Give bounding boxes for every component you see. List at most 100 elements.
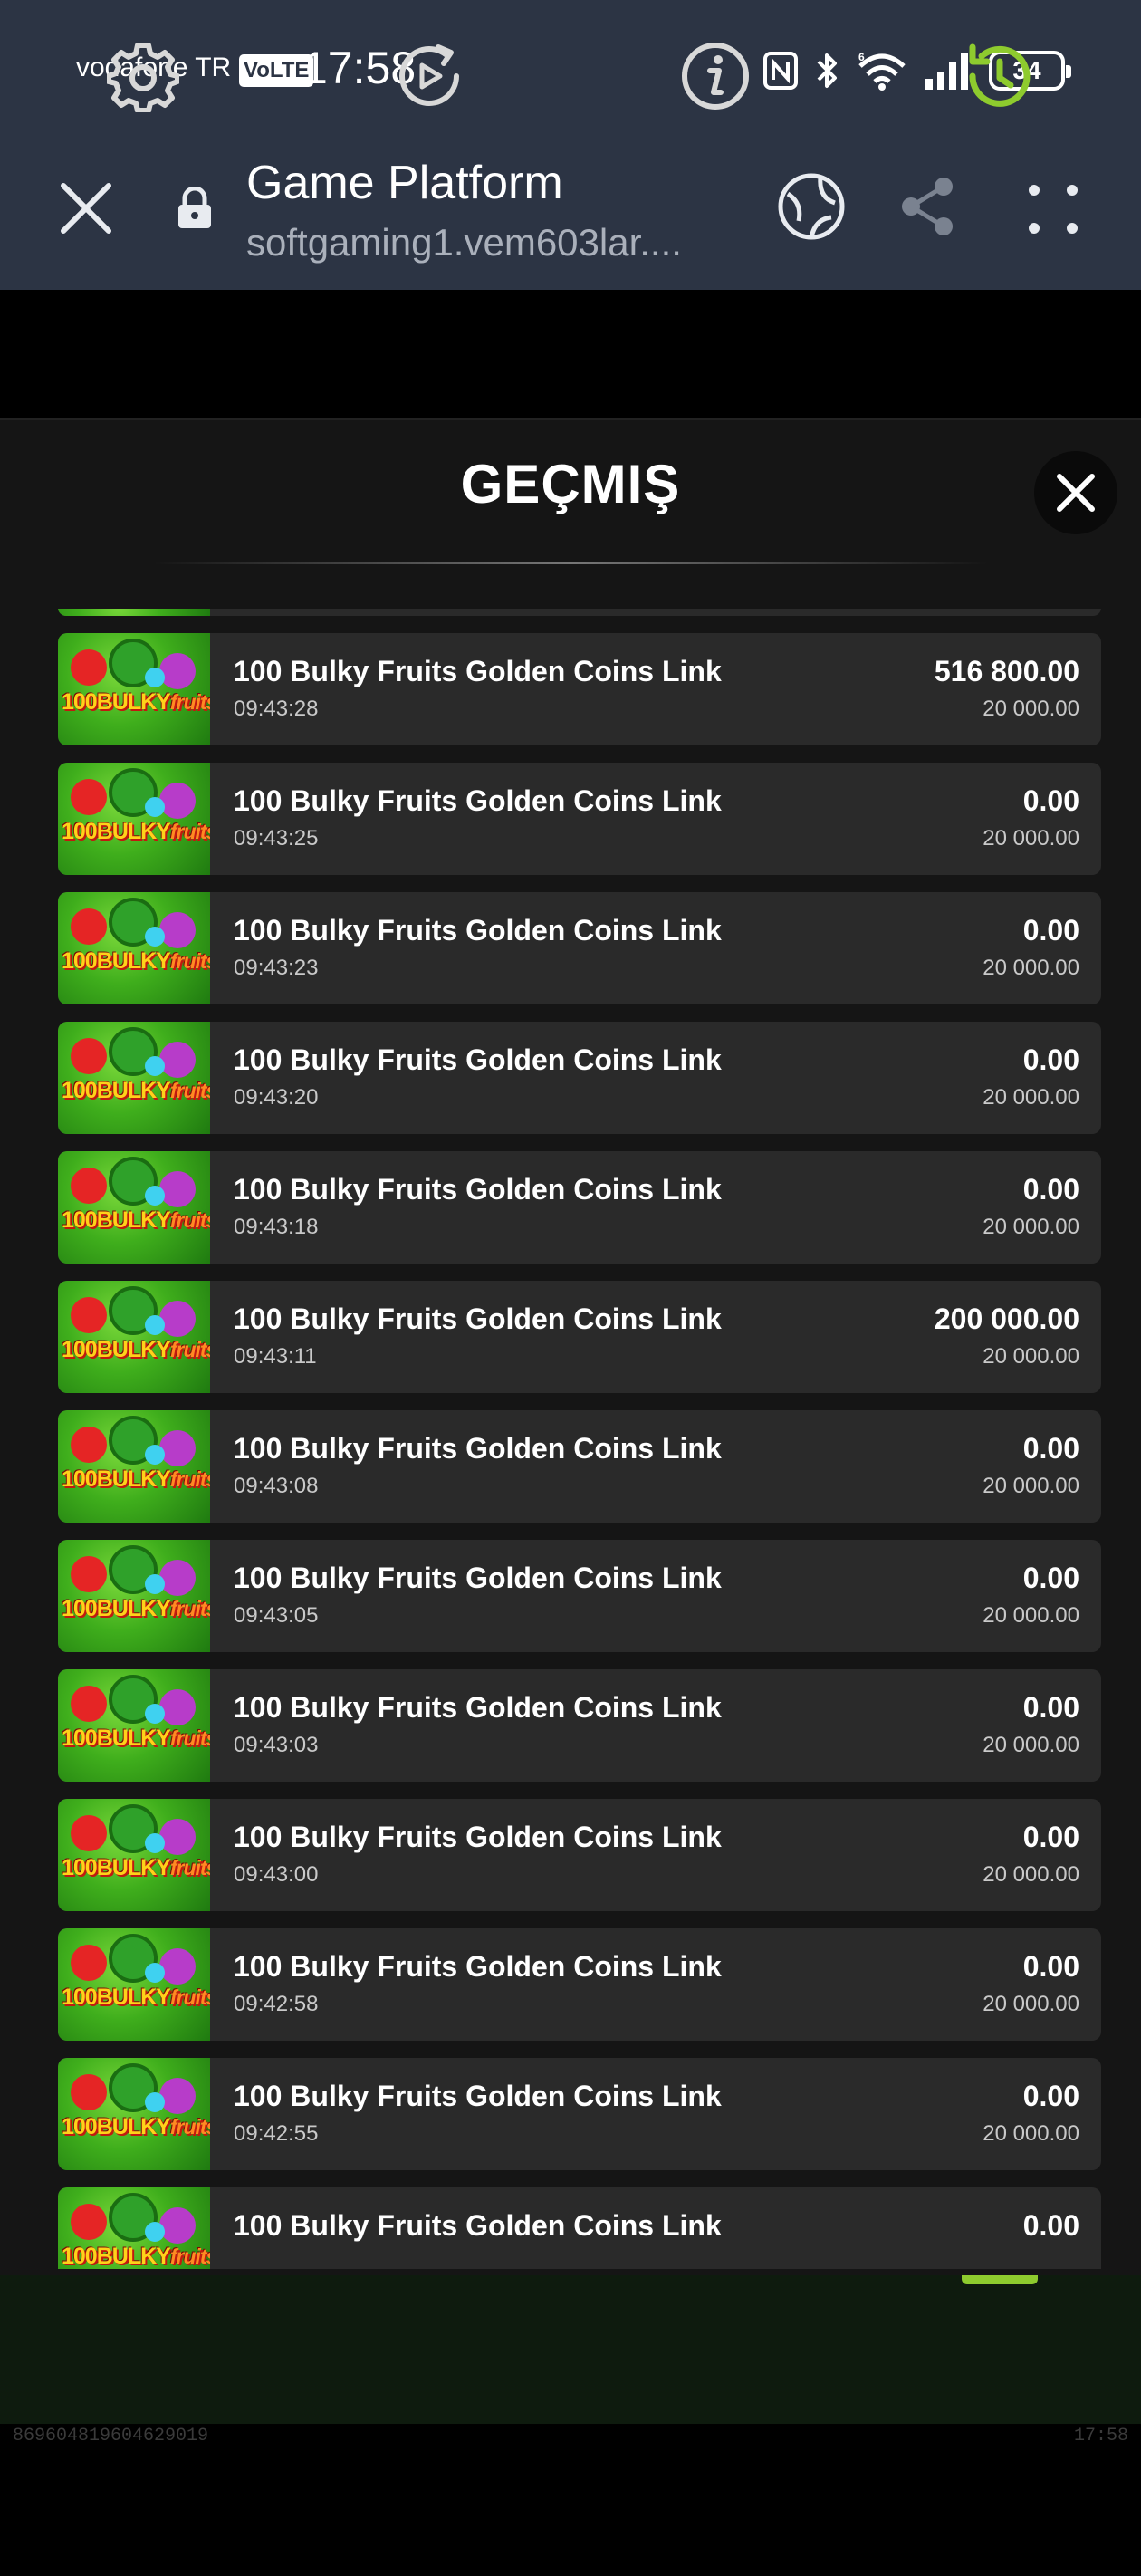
game-thumbnail: 100BULKYfruits [58,1151,210,1264]
star-icon [145,1833,165,1853]
modal-close-button[interactable] [1034,451,1117,534]
history-icon[interactable] [964,40,1036,112]
star-icon [145,1315,165,1335]
session-id: 869604819604629019 [13,2426,209,2446]
game-name: 100 Bulky Fruits Golden Coins Link [234,1562,722,1594]
history-row[interactable]: 100BULKYfruits 100 Bulky Fruits Golden Co… [58,2187,1101,2269]
win-amount: 516 800.00 [934,655,1079,687]
game-name: 100 Bulky Fruits Golden Coins Link [234,1173,722,1206]
title-divider [154,562,987,564]
game-thumbnail: 100BULKYfruits [58,892,210,1004]
history-row[interactable]: 100BULKYfruits 100 Bulky Fruits Golden Co… [58,1022,1101,1134]
game-logo: 100BULKYfruits [62,819,210,844]
plum-icon [159,1301,196,1337]
cherry-icon [71,908,107,945]
star-icon [145,1704,165,1724]
game-name: 100 Bulky Fruits Golden Coins Link [234,784,722,817]
round-time: 09:43:18 [234,1215,319,1239]
footer-time: 17:58 [1073,2426,1128,2446]
game-logo: 100BULKYfruits [62,948,210,974]
browser-url-bar [0,145,1141,290]
history-row[interactable]: 100BULKYfruits 100 Bulky Fruits Golden Co… [58,1928,1101,2041]
round-time: 09:43:05 [234,1603,319,1628]
close-icon[interactable] [54,177,118,240]
info-icon[interactable] [679,40,752,112]
cherry-icon [71,2074,107,2110]
bet-amount: 20 000.00 [983,826,1079,851]
lock-icon[interactable] [176,187,214,230]
game-name: 100 Bulky Fruits Golden Coins Link [234,655,722,687]
cherry-icon [71,1168,107,1204]
star-icon [145,1574,165,1594]
win-amount: 0.00 [1022,914,1079,947]
nfc-icon [763,52,798,90]
plum-icon [159,912,196,948]
win-amount: 0.00 [1022,1043,1079,1076]
globe-icon[interactable] [775,170,848,243]
history-row[interactable]: 100BULKYfruits 100 Bulky Fruits Golden Co… [58,1669,1101,1782]
active-tab-indicator [962,2275,1038,2284]
round-time: 09:42:58 [234,1992,319,2016]
bet-amount: 20 000.00 [983,1344,1079,1369]
game-logo: 100BULKYfruits [62,2114,210,2139]
round-time: 09:43:11 [234,1344,317,1369]
star-icon [145,2092,165,2112]
game-logo: 100BULKYfruits [62,1855,210,1880]
game-thumbnail: 100BULKYfruits [58,1669,210,1782]
history-row[interactable]: 100BULKYfruits 100 Bulky Fruits Golden Co… [58,1799,1101,1911]
bet-amount: 20 000.00 [983,1733,1079,1757]
round-time: 09:43:08 [234,1474,319,1498]
history-list[interactable]: 100BULKYfruits 100 Bulky Fruits Golden Co… [58,609,1101,2269]
win-amount: 200 000.00 [934,1302,1079,1335]
win-amount: 0.00 [1022,2209,1079,2242]
cherry-icon [71,1815,107,1851]
game-thumbnail: 100BULKYfruits [58,2187,210,2269]
plum-icon [159,783,196,819]
autoplay-icon[interactable] [393,40,465,112]
history-row[interactable]: 100BULKYfruits 100 Bulky Fruits Golden Co… [58,892,1101,1004]
bet-amount: 20 000.00 [983,956,1079,980]
win-amount: 0.00 [1022,1821,1079,1853]
cherry-icon [71,1686,107,1722]
game-logo: 100BULKYfruits [62,1078,210,1103]
plum-icon [159,1689,196,1725]
game-thumbnail: 100BULKYfruits [58,1281,210,1393]
star-icon [145,2222,165,2242]
plum-icon [159,1819,196,1855]
win-amount: 0.00 [1022,1562,1079,1594]
game-name: 100 Bulky Fruits Golden Coins Link [234,1302,722,1335]
bet-amount: 20 000.00 [983,1603,1079,1628]
game-name: 100 Bulky Fruits Golden Coins Link [234,914,722,947]
history-row[interactable]: 100BULKYfruits 100 Bulky Fruits Golden Co… [58,2058,1101,2170]
game-name: 100 Bulky Fruits Golden Coins Link [234,1821,722,1853]
history-row[interactable]: 100BULKYfruits 100 Bulky Fruits Golden Co… [58,1151,1101,1264]
history-row[interactable]: 100BULKYfruits 100 Bulky Fruits Golden Co… [58,633,1101,745]
cherry-icon [71,1297,107,1333]
game-thumbnail: 100BULKYfruits [58,1799,210,1911]
history-row[interactable]: 100BULKYfruits 100 Bulky Fruits Golden Co… [58,1540,1101,1652]
round-time: 09:43:00 [234,1862,319,1887]
browser-url[interactable]: softgaming1.vem603lar.... [246,221,753,264]
history-row[interactable]: 100BULKYfruits 100 Bulky Fruits Golden Co… [58,763,1101,875]
cherry-icon [71,2204,107,2240]
win-amount: 0.00 [1022,2080,1079,2112]
settings-icon[interactable] [107,40,179,112]
more-menu-icon[interactable] [1023,179,1083,239]
browser-page-title: Game Platform [246,157,563,209]
star-icon [145,1963,165,1983]
star-icon [145,797,165,817]
plum-icon [159,1560,196,1596]
plum-icon [159,1430,196,1466]
round-time: 09:43:20 [234,1085,319,1110]
history-row[interactable]: 100BULKYfruits 100 Bulky Fruits Golden Co… [58,1281,1101,1393]
close-icon[interactable] [1054,471,1098,514]
game-thumbnail: 100BULKYfruits [58,1022,210,1134]
game-name: 100 Bulky Fruits Golden Coins Link [234,1691,722,1724]
share-icon[interactable] [895,174,960,239]
history-row[interactable]: 100BULKYfruits 100 Bulky Fruits Golden Co… [58,1410,1101,1523]
history-row-partial [58,609,1101,616]
star-icon [145,1186,165,1206]
star-icon [145,927,165,947]
cherry-icon [71,779,107,815]
game-thumbnail [58,609,210,616]
